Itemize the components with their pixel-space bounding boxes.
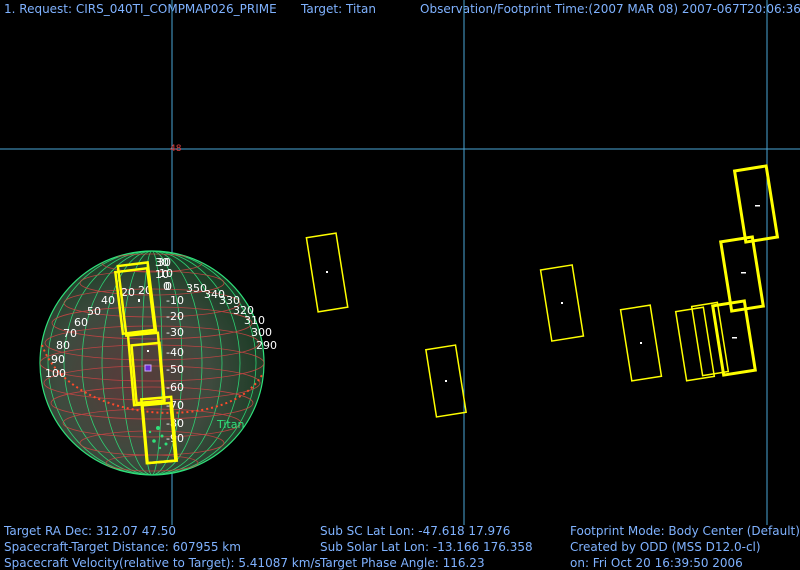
- svg-text:-30: -30: [166, 326, 184, 339]
- svg-text:90: 90: [51, 353, 65, 366]
- created-by: Created by ODD (MSS D12.0-cl): [570, 540, 761, 554]
- observation-canvas: 48 30 20 10 0 350 340 330 320 310 300 29…: [0, 0, 800, 525]
- sub-spacecraft-marker: [144, 364, 152, 372]
- footprint-rect: [732, 164, 780, 244]
- svg-text:-10: -10: [166, 294, 184, 307]
- svg-text:0: 0: [163, 280, 170, 293]
- svg-text:80: 80: [56, 339, 70, 352]
- spacecraft-target-distance: Spacecraft-Target Distance: 607955 km: [4, 540, 241, 554]
- sub-sc-lat-lon: Sub SC Lat Lon: -47.618 17.976: [320, 524, 511, 538]
- footprint-mode: Footprint Mode: Body Center (Default): [570, 524, 800, 538]
- body-name-label: Titan: [216, 418, 244, 431]
- highlighted-footprints: [711, 164, 780, 377]
- footprint-rect: [674, 306, 716, 382]
- svg-text:-50: -50: [166, 363, 184, 376]
- grid-value-label: 48: [170, 144, 182, 154]
- svg-text:290: 290: [256, 339, 277, 352]
- creation-date: on: Fri Oct 20 16:39:50 2006: [570, 556, 743, 570]
- spacecraft-velocity: Spacecraft Velocity(relative to Target):…: [4, 556, 321, 570]
- target-phase-angle: Target Phase Angle: 116.23: [320, 556, 485, 570]
- svg-text:100: 100: [45, 367, 66, 380]
- space-footprints: [305, 232, 730, 418]
- svg-text:40: 40: [101, 294, 115, 307]
- svg-text:50: 50: [87, 305, 101, 318]
- target-ra-dec: Target RA Dec: 312.07 47.50: [4, 524, 177, 538]
- svg-text:-20: -20: [166, 310, 184, 323]
- svg-text:300: 300: [251, 326, 272, 339]
- svg-text:-40: -40: [166, 346, 184, 359]
- sub-solar-lat-lon: Sub Solar Lat Lon: -13.166 176.358: [320, 540, 533, 554]
- svg-text:-60: -60: [166, 381, 184, 394]
- svg-text:10: 10: [159, 267, 173, 280]
- titan-globe: [39, 250, 265, 476]
- svg-text:-70: -70: [166, 399, 184, 412]
- footprint-viewer: 1. Request: CIRS_040TI_COMPMAP026_PRIME …: [0, 0, 800, 570]
- svg-text:20: 20: [121, 286, 135, 299]
